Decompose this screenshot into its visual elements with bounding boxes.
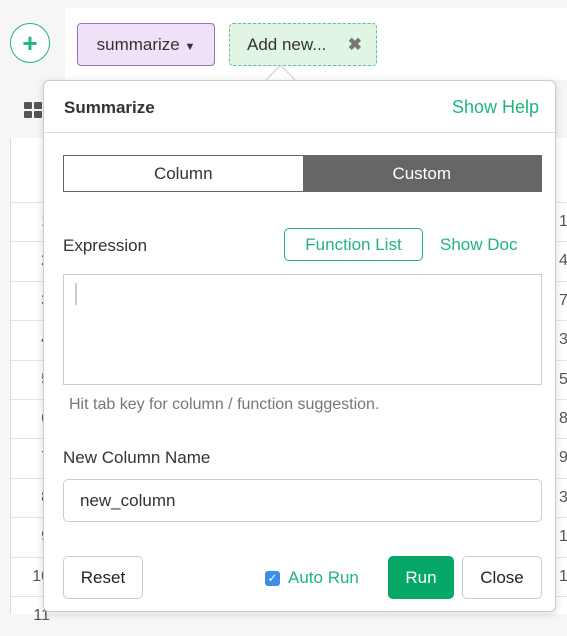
summarize-label: summarize — [96, 35, 180, 54]
close-icon[interactable]: ✖ — [348, 24, 362, 65]
cell-value: 8 — [559, 410, 567, 427]
expression-hint: Hit tab key for column / function sugges… — [69, 396, 380, 413]
auto-run-label[interactable]: Auto Run — [288, 568, 359, 588]
cell-value: 1 — [559, 567, 567, 585]
expression-label: Expression — [63, 236, 148, 255]
auto-run-checkbox[interactable]: ✓ — [265, 571, 280, 586]
cell-value: 3 — [559, 331, 567, 349]
add-step-button[interactable]: + — [10, 23, 50, 63]
tab-column[interactable]: Column — [64, 156, 303, 191]
caret-down-icon: ▼ — [184, 41, 196, 53]
reset-button[interactable]: Reset — [63, 556, 143, 599]
new-column-input[interactable]: new_column — [63, 479, 542, 522]
cell-value: 1 — [559, 528, 567, 546]
divider — [44, 132, 555, 133]
cell-value: 1 — [559, 213, 567, 230]
summarize-step-button[interactable]: summarize ▼ — [77, 23, 215, 66]
show-help-link[interactable]: Show Help — [452, 97, 539, 118]
add-new-label: Add new... — [247, 35, 327, 54]
mode-toggle: Column Custom — [63, 155, 542, 192]
popover-title: Summarize — [64, 98, 155, 117]
text-cursor — [75, 283, 77, 305]
close-button[interactable]: Close — [462, 556, 542, 599]
cell-value: 3 — [559, 488, 567, 506]
new-column-label: New Column Name — [63, 448, 211, 467]
show-doc-link[interactable]: Show Doc — [440, 235, 517, 255]
cell-value: 9 — [559, 449, 567, 467]
expression-editor[interactable] — [63, 274, 542, 385]
cell-value: 7 — [559, 291, 567, 309]
cell-value: 5 — [559, 370, 567, 388]
run-button[interactable]: Run — [388, 556, 454, 599]
cell-value: 4 — [559, 252, 567, 270]
function-list-button[interactable]: Function List — [284, 228, 423, 261]
add-new-step[interactable]: Add new... ✖ — [229, 23, 377, 66]
tab-custom[interactable]: Custom — [302, 156, 541, 191]
grid-view-icon[interactable] — [24, 102, 44, 120]
